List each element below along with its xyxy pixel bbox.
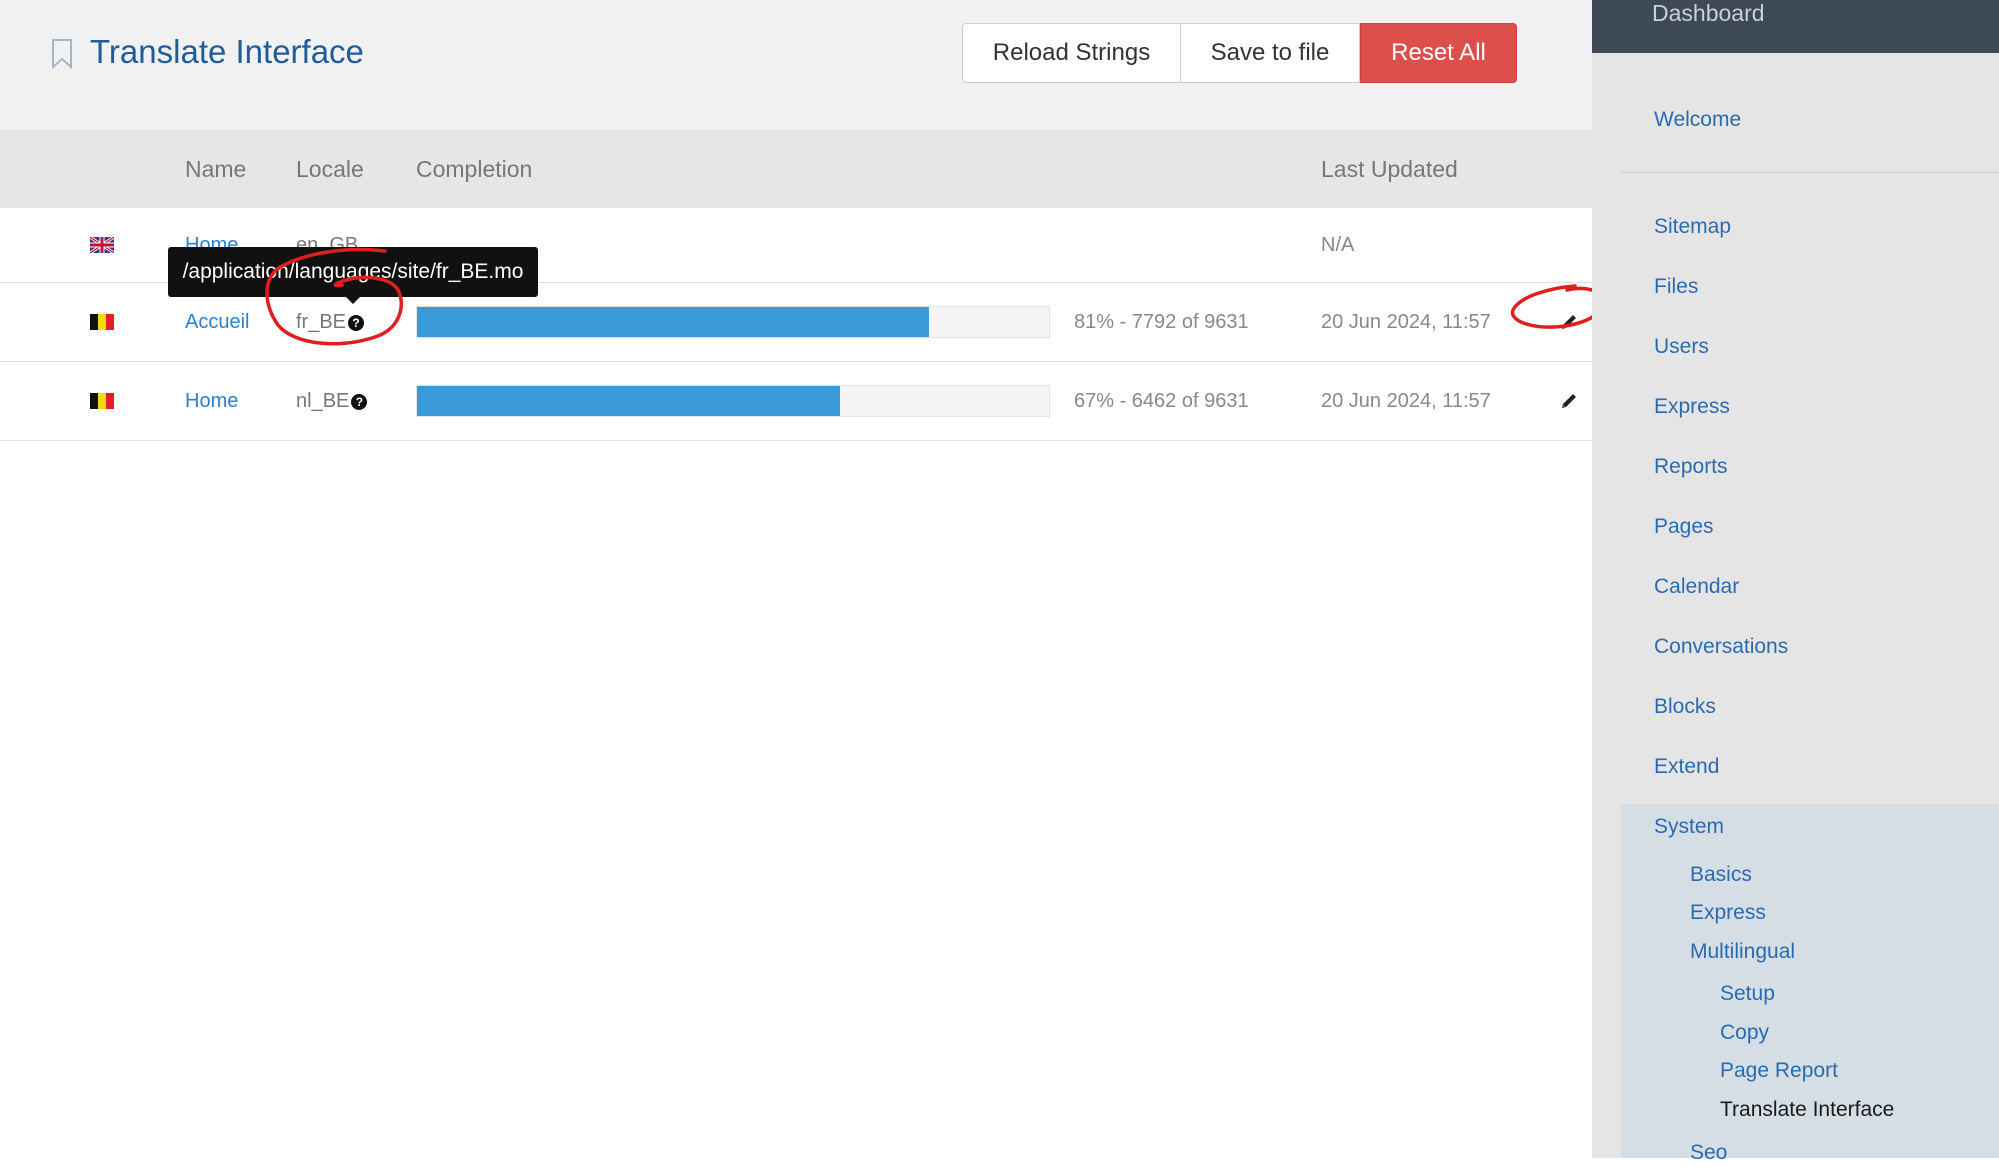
belgium-flag — [90, 314, 114, 330]
locale-code: fr_BE — [296, 311, 347, 333]
sidebar-item-welcome[interactable]: Welcome — [1654, 107, 1741, 133]
progress-fill — [417, 307, 929, 337]
table-row: Home nl_BE? 67% - 6462 of 9631 20 Jun 20… — [0, 362, 1592, 441]
column-header-locale[interactable]: Locale — [296, 130, 364, 208]
sidebar-item-system[interactable]: System — [1654, 814, 1724, 840]
completion-progress-bar — [416, 385, 1050, 417]
completion-text: 81% - 7792 of 9631 — [1074, 311, 1249, 333]
page-title: Translate Interface — [90, 33, 364, 70]
sidebar-item-system-express[interactable]: Express — [1690, 900, 1766, 926]
language-name-link[interactable]: Accueil — [185, 310, 249, 334]
completion-text: 67% - 6462 of 9631 — [1074, 390, 1249, 412]
pencil-icon[interactable] — [1560, 392, 1578, 410]
last-updated: 20 Jun 2024, 11:57 — [1321, 390, 1491, 412]
sidebar-item-basics[interactable]: Basics — [1690, 862, 1752, 888]
last-updated: N/A — [1321, 234, 1355, 256]
pencil-icon[interactable] — [1560, 313, 1578, 331]
reset-all-button[interactable]: Reset All — [1360, 23, 1517, 83]
save-to-file-button[interactable]: Save to file — [1181, 23, 1360, 83]
page-header: Translate Interface Reload Strings Save … — [0, 0, 1592, 130]
dashboard-sidebar: Dashboard Welcome Sitemap Files Users Ex… — [1592, 0, 1999, 1164]
main-content: Translate Interface Reload Strings Save … — [0, 0, 1605, 1158]
locale-cell: fr_BE? — [296, 310, 365, 334]
sidebar-item-multilingual[interactable]: Multilingual — [1690, 939, 1795, 965]
locale-cell: nl_BE? — [296, 389, 368, 413]
sidebar-item-users[interactable]: Users — [1654, 334, 1709, 360]
sidebar-divider — [1621, 172, 1999, 173]
sidebar-item-page-report[interactable]: Page Report — [1720, 1058, 1838, 1084]
sidebar-item-pages[interactable]: Pages — [1654, 514, 1714, 540]
sidebar-item-reports[interactable]: Reports — [1654, 454, 1728, 480]
completion-progress-bar — [416, 306, 1050, 338]
uk-flag — [90, 237, 114, 253]
file-path-tooltip: /application/languages/site/fr_BE.mo — [168, 247, 538, 297]
sidebar-item-setup[interactable]: Setup — [1720, 981, 1775, 1007]
sidebar-item-calendar[interactable]: Calendar — [1654, 574, 1739, 600]
sidebar-item-express[interactable]: Express — [1654, 394, 1730, 420]
sidebar-item-conversations[interactable]: Conversations — [1654, 634, 1788, 660]
language-name-link[interactable]: Home — [185, 389, 238, 413]
belgium-flag — [90, 393, 114, 409]
last-updated: 20 Jun 2024, 11:57 — [1321, 311, 1491, 333]
column-header-completion[interactable]: Completion — [416, 130, 532, 208]
sidebar-dashboard-label[interactable]: Dashboard — [1652, 0, 1765, 26]
question-circle-icon[interactable]: ? — [348, 315, 365, 331]
progress-fill — [417, 386, 841, 416]
sidebar-item-blocks[interactable]: Blocks — [1654, 694, 1716, 720]
question-circle-icon[interactable]: ? — [351, 394, 368, 410]
locale-code: nl_BE — [296, 390, 350, 412]
sidebar-item-translate-interface[interactable]: Translate Interface — [1720, 1097, 1894, 1123]
sidebar-item-sitemap[interactable]: Sitemap — [1654, 214, 1731, 240]
header-button-group: Reload Strings Save to file Reset All — [962, 23, 1517, 83]
tooltip-arrow — [346, 297, 360, 304]
table-header: Name Locale Completion Last Updated — [0, 130, 1592, 208]
bookmark-icon[interactable] — [50, 38, 74, 70]
sidebar-item-files[interactable]: Files — [1654, 274, 1698, 300]
reload-strings-button[interactable]: Reload Strings — [962, 23, 1181, 83]
sidebar-item-extend[interactable]: Extend — [1654, 754, 1719, 780]
sidebar-top-bar: Dashboard — [1592, 0, 1999, 53]
column-header-last-updated[interactable]: Last Updated — [1321, 130, 1458, 208]
column-header-name[interactable]: Name — [185, 130, 246, 208]
sidebar-item-seo[interactable]: Seo — [1690, 1140, 1727, 1166]
sidebar-item-copy[interactable]: Copy — [1720, 1020, 1769, 1046]
